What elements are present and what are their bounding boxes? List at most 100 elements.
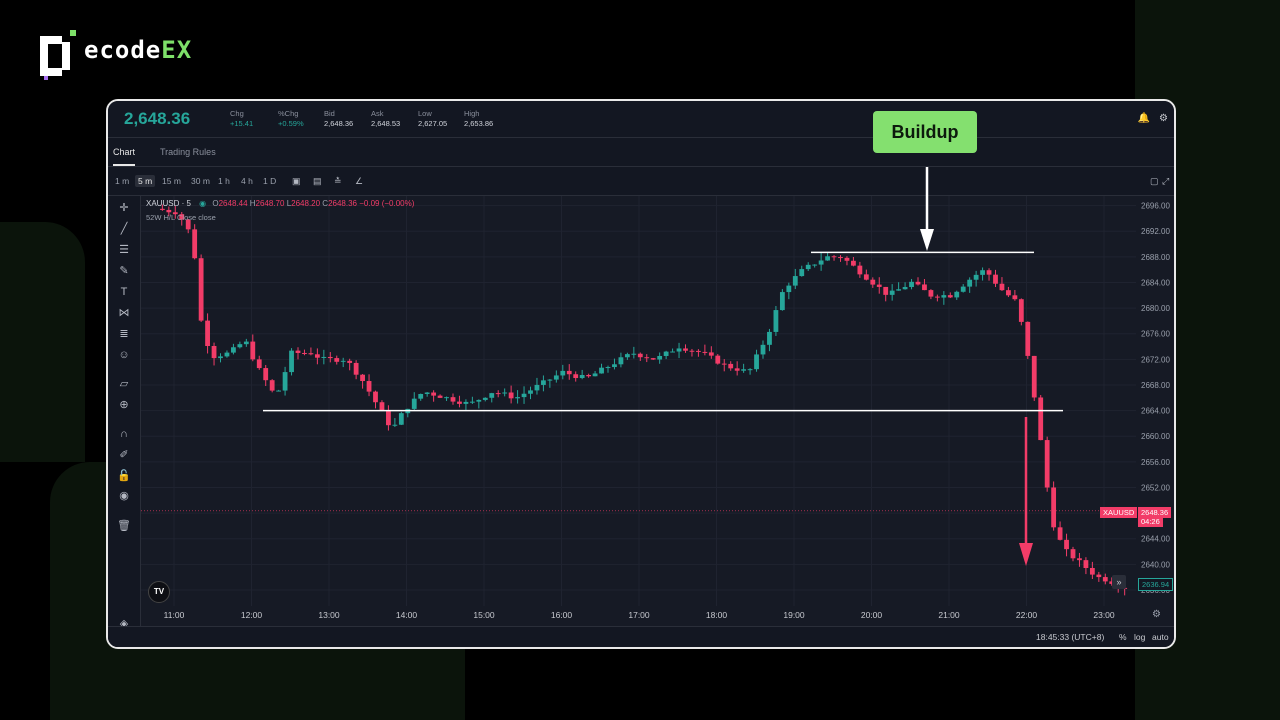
candle-body xyxy=(896,289,902,291)
indicator-legend[interactable]: 52W H/L Close close xyxy=(146,213,216,222)
candle-body xyxy=(1077,558,1082,561)
candle-body xyxy=(1012,295,1018,300)
candle-body xyxy=(689,350,695,352)
logo-mark-icon xyxy=(40,30,76,80)
candle-body xyxy=(767,331,772,345)
symbol-price-tag: XAUUSD xyxy=(1100,507,1138,518)
clock-readout[interactable]: 18:45:33 (UTC+8) xyxy=(1036,632,1104,642)
candle-body xyxy=(243,341,249,345)
candle-body xyxy=(1096,574,1102,578)
candle-body xyxy=(980,270,985,275)
candlestick-chart[interactable]: 2696.00 2692.00 2688.00 2684.00 2680.00 2676.… xyxy=(108,101,1174,647)
candle-body xyxy=(941,295,947,298)
legend-symbol: XAUUSD · 5 xyxy=(146,199,191,208)
candle-body xyxy=(289,350,294,373)
candle-body xyxy=(754,354,759,370)
candle-body xyxy=(1083,560,1089,569)
scroll-right-button[interactable]: » xyxy=(1112,575,1126,589)
candle-body xyxy=(547,379,553,381)
candle-body xyxy=(463,401,469,404)
candle-body xyxy=(644,357,650,359)
brand-name: ecodeEX xyxy=(84,36,193,64)
candle-body xyxy=(560,370,566,376)
candle-body xyxy=(683,348,688,351)
candle-body xyxy=(973,274,979,280)
candle-body xyxy=(624,354,630,358)
x-tick-label: 13:00 xyxy=(318,610,340,620)
candle-body xyxy=(838,257,843,259)
candle-body xyxy=(231,347,236,353)
candle-body xyxy=(166,209,172,213)
candle-body xyxy=(1025,321,1031,356)
candle-body xyxy=(327,356,333,359)
candle-body xyxy=(947,295,953,298)
log-toggle[interactable]: log xyxy=(1134,632,1145,642)
candle-body xyxy=(702,351,708,353)
y-tick-label: 2664.00 xyxy=(1141,407,1170,416)
candle-body xyxy=(211,346,217,359)
candle-body xyxy=(612,364,617,368)
candle-body xyxy=(857,265,863,275)
candle-body xyxy=(599,367,604,374)
candle-body xyxy=(605,367,611,369)
percent-toggle[interactable]: % xyxy=(1119,632,1127,642)
candle-body xyxy=(1064,539,1069,550)
candle-body xyxy=(741,369,747,371)
candle-body xyxy=(1057,527,1063,540)
candle-body xyxy=(1102,577,1108,582)
candle-body xyxy=(379,402,385,411)
candle-body xyxy=(308,353,314,355)
x-tick-label: 21:00 xyxy=(938,610,960,620)
chart-legend: XAUUSD · 5 ◉ O2648.44 H2648.70 L2648.20 … xyxy=(146,199,414,208)
candle-body xyxy=(631,353,637,355)
x-tick-label: 20:00 xyxy=(861,610,883,620)
x-tick-label: 11:00 xyxy=(164,610,185,620)
candle-body xyxy=(934,296,940,298)
candle-body xyxy=(340,360,346,362)
x-tick-label: 18:00 xyxy=(706,610,728,620)
candle-body xyxy=(450,397,456,402)
candle-body xyxy=(1031,355,1037,398)
candle-body xyxy=(954,291,960,298)
candle-body xyxy=(1038,397,1044,441)
candle-body xyxy=(444,397,449,399)
candle-body xyxy=(1018,299,1024,322)
auto-toggle[interactable]: auto xyxy=(1152,632,1169,642)
y-tick-label: 2684.00 xyxy=(1141,278,1170,287)
candle-body xyxy=(224,352,230,357)
trading-panel: 2,648.36 Chg +15.41 %Chg +0.59% Bid 2,648.36 A… xyxy=(106,99,1176,649)
candle-body xyxy=(708,352,714,356)
candle-body xyxy=(482,397,488,400)
candle-body xyxy=(573,374,579,379)
candle-body xyxy=(218,356,223,359)
candle-body xyxy=(1051,487,1057,528)
candle-body xyxy=(657,355,663,360)
x-tick-label: 16:00 xyxy=(551,610,573,620)
candle-body xyxy=(353,362,359,375)
candle-body xyxy=(276,390,282,392)
x-tick-label: 12:00 xyxy=(241,610,263,620)
candle-body xyxy=(663,351,669,356)
candle-body xyxy=(579,374,585,379)
candle-body xyxy=(256,359,262,369)
candle-body xyxy=(760,344,766,355)
candle-body xyxy=(844,257,850,261)
buildup-arrow-head xyxy=(920,229,934,251)
candle-body xyxy=(263,368,269,381)
candle-body xyxy=(302,352,307,354)
candle-body xyxy=(851,260,856,266)
candle-body xyxy=(334,358,340,362)
candle-body xyxy=(618,357,624,365)
candle-body xyxy=(876,284,882,287)
candle-body xyxy=(418,393,424,399)
candle-body xyxy=(773,310,779,332)
axis-settings-icon[interactable]: ⚙ xyxy=(1152,609,1161,620)
candle-body xyxy=(159,208,165,210)
candle-body xyxy=(812,264,818,266)
x-tick-label: 17:00 xyxy=(628,610,650,620)
candle-body xyxy=(779,292,785,311)
y-tick-label: 2640.00 xyxy=(1141,560,1170,569)
candle-body xyxy=(521,393,527,398)
candle-body xyxy=(553,375,559,380)
bottom-bar: 18:45:33 (UTC+8) % log auto xyxy=(108,626,1174,647)
